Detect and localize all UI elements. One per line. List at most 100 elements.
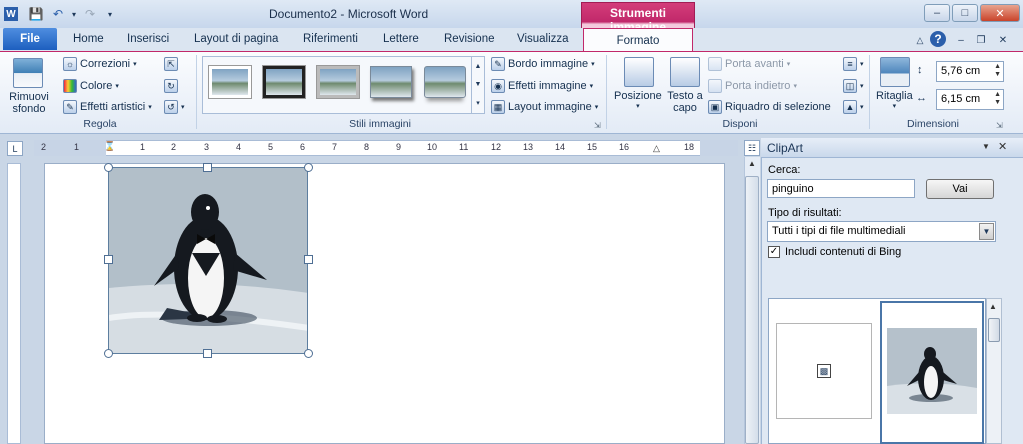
gallery-up-icon[interactable]: ▲	[475, 63, 482, 70]
gallery-more-icon[interactable]: ▾	[476, 99, 480, 107]
scroll-thumb[interactable]	[745, 176, 759, 444]
scroll-up-icon[interactable]: ▲	[746, 159, 758, 172]
gallery-scroll[interactable]: ▲ ▼ ▾	[471, 57, 484, 113]
vertical-ruler[interactable]	[7, 163, 21, 444]
minimize-ribbon-icon[interactable]: △	[912, 32, 928, 48]
artistic-effects-button[interactable]: ✎ Effetti artistici ▾	[63, 100, 152, 114]
width-up-icon[interactable]: ▲	[994, 91, 1001, 98]
align-button[interactable]: ≡ ▾	[843, 57, 864, 71]
minimize-button[interactable]: –	[924, 4, 950, 22]
tab-references[interactable]: Riferimenti	[303, 33, 358, 45]
right-indent-marker-icon[interactable]: △	[653, 143, 660, 154]
doc-minimize-icon[interactable]: –	[953, 32, 969, 48]
height-down-icon[interactable]: ▼	[994, 71, 1001, 78]
compress-pictures-button[interactable]: ⇱	[164, 57, 178, 71]
resize-handle-se[interactable]	[304, 349, 313, 358]
picture-effects-icon: ◉	[491, 79, 505, 93]
search-input[interactable]	[767, 179, 915, 198]
style-thumbnail-2[interactable]	[262, 65, 306, 99]
resize-handle-w[interactable]	[104, 255, 113, 264]
tab-page-layout[interactable]: Layout di pagina	[194, 33, 278, 45]
ruler-labels: 2 1 1 2 3 4 5 6 7 8 9 10 11 12 13 14 15 …	[34, 142, 738, 154]
width-input[interactable]: 6,15 cm ▲ ▼	[936, 89, 1004, 110]
customize-qat-icon[interactable]: ▾	[102, 6, 118, 22]
resize-handle-sw[interactable]	[104, 349, 113, 358]
result-type-select[interactable]: Tutti i tipi di file multimediali	[767, 221, 996, 242]
width-down-icon[interactable]: ▼	[994, 99, 1001, 106]
size-launcher-icon[interactable]: ⇲	[996, 121, 1003, 130]
remove-background-button[interactable]: Rimuovi sfondo	[8, 91, 50, 115]
doc-restore-icon[interactable]: ❐	[973, 32, 989, 48]
height-input[interactable]: 5,76 cm ▲ ▼	[936, 61, 1004, 82]
style-thumbnail-1[interactable]	[208, 65, 252, 99]
tab-view[interactable]: Visualizza	[517, 33, 569, 45]
ruler-label: 8	[364, 142, 370, 152]
selection-pane-button[interactable]: ▣ Riquadro di selezione	[708, 100, 831, 114]
tab-selector-icon[interactable]: L	[7, 141, 23, 156]
chevron-down-icon[interactable]: ▼	[979, 223, 994, 240]
tab-file[interactable]: File	[3, 28, 57, 50]
group-label-stili: Stili immagini	[349, 118, 411, 130]
resize-handle-n[interactable]	[203, 163, 212, 172]
height-up-icon[interactable]: ▲	[994, 63, 1001, 70]
doc-close-icon[interactable]: ✕	[995, 32, 1011, 48]
height-icon: ↕	[917, 64, 923, 76]
indent-marker-icon[interactable]: ⌛	[104, 141, 115, 152]
redo-icon[interactable]: ↷	[82, 6, 98, 22]
rotate-button[interactable]: ▲ ▾	[843, 100, 864, 114]
view-ruler-icon[interactable]: ☷	[744, 140, 760, 156]
tab-home[interactable]: Home	[73, 33, 104, 45]
penguin-image[interactable]	[108, 167, 308, 354]
picture-layout-button[interactable]: ▦ Layout immagine ▾	[491, 100, 598, 114]
color-label: Colore	[80, 80, 113, 92]
position-button[interactable]: Posizione ▾	[614, 90, 662, 110]
reset-picture-button[interactable]: ↺ ▾	[164, 100, 185, 114]
bing-checkbox[interactable]: ✓	[768, 246, 780, 258]
resize-handle-e[interactable]	[304, 255, 313, 264]
picture-effects-button[interactable]: ◉ Effetti immagine ▾	[491, 79, 593, 93]
resize-handle-s[interactable]	[203, 349, 212, 358]
tab-mailings[interactable]: Lettere	[383, 33, 419, 45]
undo-icon[interactable]: ↶	[50, 6, 66, 22]
group-label-regola: Regola	[83, 118, 117, 130]
style-thumbnail-5[interactable]	[424, 66, 466, 98]
resize-handle-nw[interactable]	[104, 163, 113, 172]
wrap-text-button[interactable]: Testo a capo	[666, 90, 704, 114]
undo-dropdown-icon[interactable]: ▾	[66, 6, 82, 22]
results-scroll-thumb[interactable]	[988, 318, 1000, 342]
close-button[interactable]: ✕	[980, 4, 1020, 22]
word-logo-icon[interactable]: W	[3, 6, 19, 22]
tab-review[interactable]: Revisione	[444, 33, 495, 45]
style-thumbnail-4[interactable]	[370, 66, 412, 98]
wrap-text-icon	[670, 57, 700, 87]
ruler-label: 14	[555, 142, 566, 152]
help-icon[interactable]: ?	[930, 31, 946, 47]
send-backward-button[interactable]: Porta indietro ▾	[708, 79, 797, 93]
go-button[interactable]: Vai	[926, 179, 994, 199]
crop-button[interactable]: Ritaglia ▾	[876, 90, 913, 110]
group-label-dimensioni: Dimensioni	[907, 118, 959, 130]
gallery-down-icon[interactable]: ▼	[475, 81, 482, 88]
artistic-effects-label: Effetti artistici	[80, 101, 146, 113]
bring-forward-button[interactable]: Porta avanti ▾	[708, 57, 790, 71]
save-icon[interactable]: 💾	[28, 6, 44, 22]
results-scroll-up-icon[interactable]: ▲	[989, 302, 997, 311]
group-label-disponi: Disponi	[722, 118, 758, 130]
picture-border-button[interactable]: ✎ Bordo immagine ▾	[491, 57, 595, 71]
reset-picture-icon: ↺	[164, 100, 178, 114]
color-button[interactable]: Colore ▾	[63, 79, 119, 93]
tab-insert[interactable]: Inserisci	[127, 33, 169, 45]
group-separator	[606, 55, 607, 129]
picture-styles-launcher-icon[interactable]: ⇲	[594, 121, 601, 130]
change-picture-button[interactable]: ↻	[164, 79, 178, 93]
maximize-button[interactable]: □	[952, 4, 978, 22]
resize-handle-ne[interactable]	[304, 163, 313, 172]
pane-options-icon[interactable]: ▼	[982, 142, 990, 151]
style-thumbnail-3[interactable]	[316, 65, 360, 99]
group-objects-button[interactable]: ◫ ▾	[843, 79, 864, 93]
pane-close-icon[interactable]: ✕	[998, 140, 1007, 153]
tab-format[interactable]: Formato	[583, 28, 693, 52]
align-icon: ≡	[843, 57, 857, 71]
artistic-effects-icon: ✎	[63, 100, 77, 114]
corrections-button[interactable]: ☼ Correzioni ▾	[63, 57, 137, 71]
